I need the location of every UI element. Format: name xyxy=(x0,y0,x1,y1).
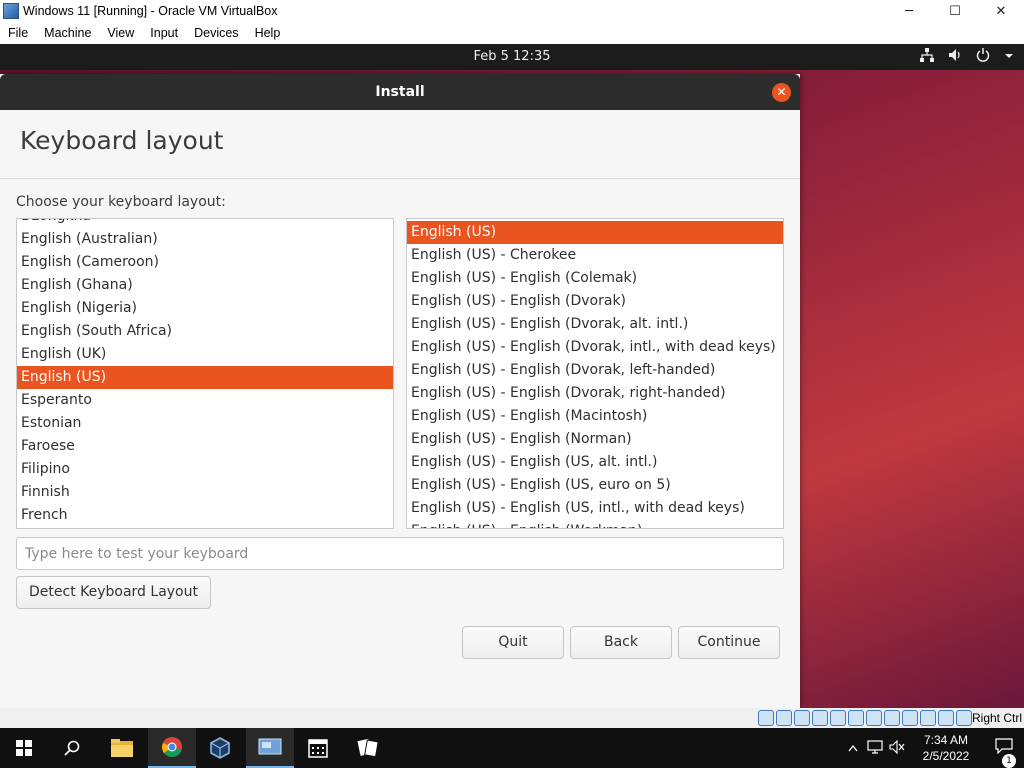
list-item[interactable]: English (South Africa) xyxy=(17,320,393,343)
file-explorer-icon[interactable] xyxy=(98,728,146,768)
page-title: Keyboard layout xyxy=(20,126,224,155)
list-item[interactable]: English (Ghana) xyxy=(17,274,393,297)
hard-disk-icon[interactable] xyxy=(758,710,774,726)
volume-muted-icon[interactable] xyxy=(886,739,908,757)
virtualbox-icon xyxy=(3,3,19,19)
audio-icon[interactable] xyxy=(794,710,810,726)
notification-badge: 1 xyxy=(1002,754,1016,768)
host-key-label: Right Ctrl xyxy=(971,711,1022,725)
list-item[interactable]: Esperanto xyxy=(17,389,393,412)
virtualbox-app-icon[interactable] xyxy=(196,728,244,768)
start-icon[interactable] xyxy=(0,728,48,768)
volume-icon[interactable] xyxy=(948,48,962,66)
notification-icon xyxy=(995,738,1013,755)
list-item[interactable]: French xyxy=(17,504,393,527)
back-button[interactable]: Back xyxy=(570,626,672,659)
detect-keyboard-layout-button[interactable]: Detect Keyboard Layout xyxy=(16,576,211,609)
list-item[interactable]: English (US) - English (Dvorak, intl., w… xyxy=(407,336,783,359)
system-clock[interactable]: 7:34 AM 2/5/2022 xyxy=(908,732,984,764)
chevron-up-icon[interactable] xyxy=(842,741,864,755)
solitaire-icon[interactable] xyxy=(344,728,392,768)
optical-drive-icon[interactable] xyxy=(776,710,792,726)
virtualbox-status-bar: Right Ctrl xyxy=(0,708,1024,728)
list-item[interactable]: English (Cameroon) xyxy=(17,251,393,274)
window-title: Windows 11 [Running] - Oracle VM Virtual… xyxy=(23,4,278,18)
keyboard-icon[interactable] xyxy=(956,710,972,726)
list-item[interactable]: English (US) - English (Dvorak, left-han… xyxy=(407,359,783,382)
guest-system-tray[interactable] xyxy=(920,44,1014,70)
list-item[interactable]: English (US) - English (Dvorak, alt. int… xyxy=(407,313,783,336)
windows-system-tray: 7:34 AM 2/5/2022 1 xyxy=(842,728,1024,768)
choose-layout-label: Choose your keyboard layout: xyxy=(16,194,226,210)
maximize-button[interactable]: ☐ xyxy=(932,0,978,22)
minimize-button[interactable]: ─ xyxy=(886,0,932,22)
keyboard-test-input[interactable] xyxy=(16,537,784,570)
list-item[interactable]: English (US) - English (US, intl., with … xyxy=(407,497,783,520)
layout-list[interactable]: Dzongkha English (Australian) English (C… xyxy=(16,218,394,529)
list-item[interactable]: Estonian xyxy=(17,412,393,435)
continue-button[interactable]: Continue xyxy=(678,626,780,659)
list-item[interactable]: English (US) - English (Dvorak, right-ha… xyxy=(407,382,783,405)
virtualbox-titlebar: Windows 11 [Running] - Oracle VM Virtual… xyxy=(0,0,1024,22)
guest-clock[interactable]: Feb 5 12:35 xyxy=(0,44,1024,70)
list-item[interactable]: English (US) - English (Colemak) xyxy=(407,267,783,290)
list-item[interactable]: English (US) - English (Dvorak) xyxy=(407,290,783,313)
list-item[interactable]: English (US) - Cherokee xyxy=(407,244,783,267)
variant-list[interactable]: English (US) English (US) - Cherokee Eng… xyxy=(406,218,784,529)
installer-close-button[interactable]: ✕ xyxy=(772,83,791,102)
network-icon[interactable] xyxy=(812,710,828,726)
network-icon[interactable] xyxy=(920,48,934,66)
quit-button[interactable]: Quit xyxy=(462,626,564,659)
video-capture-icon[interactable] xyxy=(884,710,900,726)
menu-help[interactable]: Help xyxy=(247,26,289,40)
list-item-selected[interactable]: English (US) xyxy=(407,221,783,244)
list-item-selected[interactable]: English (US) xyxy=(17,366,393,389)
guest-screen: Feb 5 12:35 Install ✕ Keyboard layout Ch… xyxy=(0,44,1024,708)
menu-devices[interactable]: Devices xyxy=(186,26,246,40)
installer-header: Install ✕ xyxy=(0,74,800,110)
list-item[interactable]: Dzongkha xyxy=(17,219,393,228)
cpu-icon[interactable] xyxy=(920,710,936,726)
mouse-integration-icon[interactable] xyxy=(938,710,954,726)
virtualbox-menubar: File Machine View Input Devices Help xyxy=(0,22,1024,44)
search-icon[interactable] xyxy=(48,728,96,768)
menu-input[interactable]: Input xyxy=(142,26,186,40)
installer-window: Install ✕ Keyboard layout Choose your ke… xyxy=(0,74,800,708)
list-item[interactable]: Finnish xyxy=(17,481,393,504)
menu-machine[interactable]: Machine xyxy=(36,26,99,40)
list-item[interactable]: English (Australian) xyxy=(17,228,393,251)
list-item[interactable]: English (US) - English (US, euro on 5) xyxy=(407,474,783,497)
list-item[interactable]: English (Nigeria) xyxy=(17,297,393,320)
network-icon[interactable] xyxy=(864,739,886,757)
close-button[interactable]: ✕ xyxy=(978,0,1024,22)
list-item[interactable]: English (US) - English (Norman) xyxy=(407,428,783,451)
gnome-top-bar: Feb 5 12:35 xyxy=(0,44,1024,70)
usb-icon[interactable] xyxy=(830,710,846,726)
shared-folders-icon[interactable] xyxy=(848,710,864,726)
menu-file[interactable]: File xyxy=(0,26,36,40)
virtualbox-vm-icon[interactable] xyxy=(246,728,294,768)
recording-icon[interactable] xyxy=(902,710,918,726)
divider xyxy=(0,178,800,179)
calendar-icon[interactable] xyxy=(294,728,342,768)
chevron-down-icon[interactable] xyxy=(1004,50,1014,65)
list-item[interactable]: English (UK) xyxy=(17,343,393,366)
system-date: 2/5/2022 xyxy=(922,749,970,763)
list-item[interactable]: English (US) - English (Workman) xyxy=(407,520,783,528)
list-item[interactable]: English (US) - English (US, alt. intl.) xyxy=(407,451,783,474)
notification-center-button[interactable]: 1 xyxy=(984,738,1024,768)
chrome-icon[interactable] xyxy=(148,728,196,768)
display-icon[interactable] xyxy=(866,710,882,726)
system-time: 7:34 AM xyxy=(923,733,969,747)
list-item[interactable]: Faroese xyxy=(17,435,393,458)
installer-title: Install xyxy=(375,84,425,100)
list-item[interactable]: English (US) - English (Macintosh) xyxy=(407,405,783,428)
list-item[interactable]: Filipino xyxy=(17,458,393,481)
power-icon[interactable] xyxy=(976,48,990,66)
windows-taskbar: 7:34 AM 2/5/2022 1 xyxy=(0,728,1024,768)
menu-view[interactable]: View xyxy=(99,26,142,40)
